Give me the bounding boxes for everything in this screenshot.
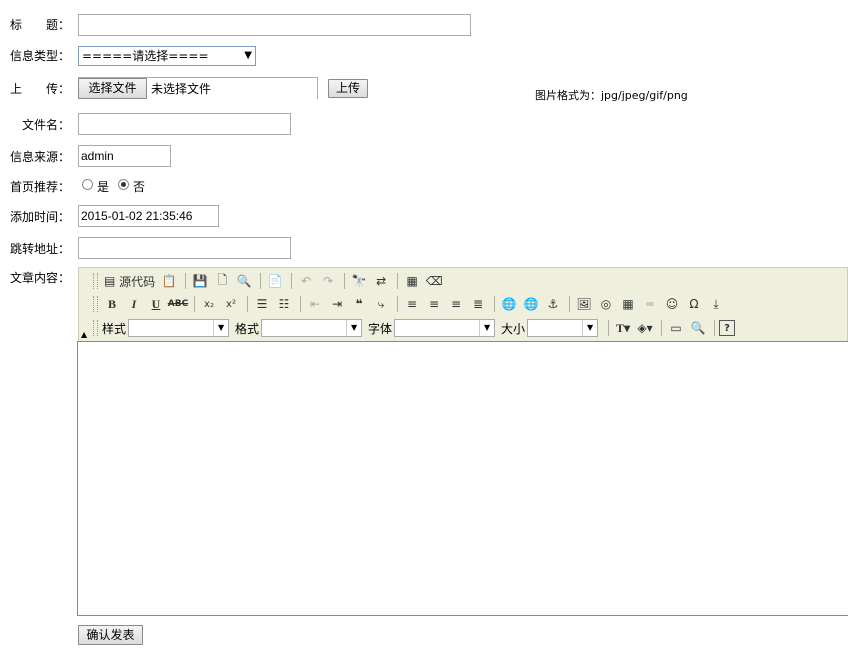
smiley-icon[interactable]: ☺ (662, 294, 682, 314)
source-button[interactable]: ▤ 源代码 (102, 271, 157, 291)
chevron-down-icon: ▼ (479, 320, 494, 336)
indent-icon[interactable]: ⇥ (327, 294, 347, 314)
recommend-label: 首页推荐： (10, 180, 71, 194)
filename-label: 文件名： (22, 118, 71, 132)
content-label: 文章内容： (10, 271, 71, 285)
bg-color-icon[interactable]: ◈▾ (635, 318, 655, 338)
style-select[interactable]: ▼ (128, 319, 230, 337)
redirect-input[interactable] (78, 237, 291, 259)
text-color-icon[interactable]: T▾ (613, 318, 633, 338)
toolbar-row-2: B I U ABC x₂ x² ☰ ☷ ⇤ ⇥ ❝ ⤷ ≡ ≡ ≡ ≣ 🌐 🌐 … (93, 293, 728, 315)
strikethrough-icon[interactable]: ABC (168, 294, 188, 314)
source-icon: ▤ (104, 274, 116, 288)
unlink-icon[interactable]: 🌐 (521, 294, 541, 314)
file-input[interactable]: 选择文件 未选择文件 (78, 77, 318, 99)
select-all-icon[interactable]: ▦ (402, 271, 422, 291)
no-file-text: 未选择文件 (151, 82, 212, 96)
recommend-no-label: 否 (133, 180, 146, 194)
choose-file-button[interactable]: 选择文件 (78, 78, 147, 99)
toolbar-row-1: ▤ 源代码 📋 💾 🗋 🔍 📄 ↶ ↷ 🔭 ⇄ ▦ ⌫ (93, 270, 446, 292)
link-icon[interactable]: 🌐 (499, 294, 519, 314)
content-editor[interactable] (77, 341, 848, 616)
title-input[interactable] (78, 14, 471, 36)
bold-icon[interactable]: B (102, 294, 122, 314)
bullet-list-icon[interactable]: ☷ (274, 294, 294, 314)
collapse-toolbar-icon[interactable]: ▲ (81, 330, 87, 339)
align-center-icon[interactable]: ≡ (424, 294, 444, 314)
size-select[interactable]: ▼ (527, 319, 599, 337)
toolbar-row-3: 样式 ▼ 格式 ▼ 字体 ▼ 大小 ▼ T▾ ◈▾ ▭ 🔍 ? (93, 317, 737, 339)
subscript-icon[interactable]: x₂ (199, 294, 219, 314)
underline-icon[interactable]: U (146, 294, 166, 314)
outdent-icon[interactable]: ⇤ (305, 294, 325, 314)
source-input[interactable]: admin (78, 145, 171, 167)
special-char-icon[interactable]: Ω (684, 294, 704, 314)
find-icon[interactable]: 🔭 (349, 271, 369, 291)
format-select[interactable]: ▼ (261, 319, 363, 337)
size-label: 大小 (501, 321, 526, 336)
filename-input[interactable] (78, 113, 291, 135)
type-select[interactable]: =====请选择==== ▼ (78, 46, 256, 66)
show-blocks-icon[interactable]: 🔍 (688, 318, 708, 338)
superscript-icon[interactable]: x² (221, 294, 241, 314)
page-break-icon[interactable]: ⤓ (706, 294, 726, 314)
title-label: 标 题： (10, 18, 71, 32)
upload-button[interactable]: 上传 (328, 79, 368, 98)
align-right-icon[interactable]: ≡ (446, 294, 466, 314)
numbered-list-icon[interactable]: ☰ (252, 294, 272, 314)
undo-icon[interactable]: ↶ (296, 271, 316, 291)
submit-button[interactable]: 确认发表 (78, 625, 143, 645)
editor-toolbar: ▤ 源代码 📋 💾 🗋 🔍 📄 ↶ ↷ 🔭 ⇄ ▦ ⌫ B I U ABC x₂… (78, 267, 848, 341)
align-left-icon[interactable]: ≡ (402, 294, 422, 314)
anchor-icon[interactable]: ⚓ (543, 294, 563, 314)
upload-label: 上 传： (10, 82, 71, 96)
chevron-down-icon: ▼ (582, 320, 597, 336)
redo-icon[interactable]: ↷ (318, 271, 338, 291)
align-justify-icon[interactable]: ≣ (468, 294, 488, 314)
source-label: 信息来源： (10, 150, 71, 164)
remove-format-icon[interactable]: ⌫ (424, 271, 444, 291)
blockquote-icon[interactable]: ❝ (349, 294, 369, 314)
chevron-down-icon: ▼ (244, 50, 252, 61)
chevron-down-icon: ▼ (213, 320, 228, 336)
recommend-yes-radio[interactable] (82, 179, 93, 190)
recommend-yes-label: 是 (97, 180, 110, 194)
toolbar-grip (93, 296, 98, 312)
italic-icon[interactable]: I (124, 294, 144, 314)
chevron-down-icon: ▼ (346, 320, 361, 336)
preview-icon[interactable]: 🔍 (234, 271, 254, 291)
save-icon[interactable]: 💾 (190, 271, 210, 291)
style-label: 样式 (102, 321, 127, 336)
redirect-label: 跳转地址： (10, 242, 71, 256)
help-icon[interactable]: ? (719, 320, 736, 336)
div-container-icon[interactable]: ⤷ (371, 294, 391, 314)
toolbar-grip (93, 320, 98, 336)
horizontal-rule-icon[interactable]: ═ (640, 294, 660, 314)
format-hint: 图片格式为：jpg/jpeg/gif/png (535, 89, 688, 102)
table-icon[interactable]: ▦ (618, 294, 638, 314)
source-button-label: 源代码 (119, 274, 156, 289)
paste-icon[interactable]: 📋 (159, 271, 179, 291)
replace-icon[interactable]: ⇄ (371, 271, 391, 291)
toolbar-grip (93, 273, 98, 289)
format-label: 格式 (235, 321, 260, 336)
type-select-value: =====请选择==== (82, 49, 209, 63)
type-label: 信息类型： (10, 49, 71, 63)
font-label: 字体 (368, 321, 393, 336)
image-icon[interactable]: 🖼 (574, 294, 594, 314)
templates-icon[interactable]: 📄 (265, 271, 285, 291)
font-select[interactable]: ▼ (394, 319, 496, 337)
time-label: 添加时间： (10, 210, 71, 224)
flash-icon[interactable]: ◎ (596, 294, 616, 314)
recommend-no-radio[interactable] (118, 179, 129, 190)
maximize-icon[interactable]: ▭ (666, 318, 686, 338)
time-input[interactable]: 2015-01-02 21:35:46 (78, 205, 219, 227)
new-page-icon[interactable]: 🗋 (212, 271, 232, 291)
